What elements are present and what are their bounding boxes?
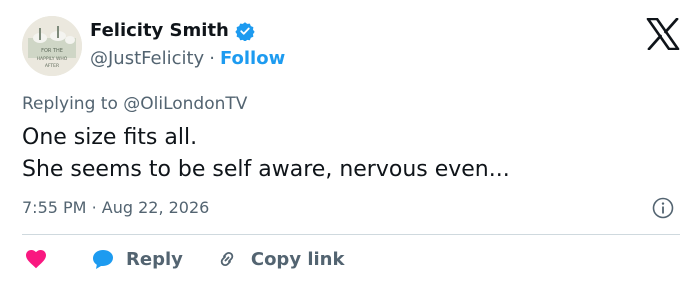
copy-link-label: Copy link bbox=[250, 248, 345, 270]
info-icon[interactable] bbox=[652, 197, 674, 219]
tweet-actions: Reply Copy link bbox=[22, 247, 344, 271]
timestamp-time: 7:55 PM bbox=[22, 198, 87, 217]
copy-link-button[interactable]: Copy link bbox=[215, 247, 345, 271]
tweet-text: One size fits all. She seems to be self … bbox=[22, 122, 510, 186]
reply-button[interactable]: Reply bbox=[90, 247, 183, 271]
timestamp-separator: · bbox=[91, 198, 97, 217]
like-button[interactable] bbox=[22, 247, 48, 271]
handle-separator: · bbox=[209, 48, 215, 69]
x-logo-icon[interactable] bbox=[646, 17, 680, 51]
link-icon bbox=[215, 247, 239, 271]
avatar-text-top: FOR THE bbox=[41, 48, 63, 54]
avatar-text-mid: HAPPILY WHO bbox=[37, 56, 68, 62]
follow-button[interactable]: Follow bbox=[220, 48, 285, 69]
author-name[interactable]: Felicity Smith bbox=[90, 20, 229, 41]
tweet-timestamp[interactable]: 7:55 PM · Aug 22, 2026 bbox=[22, 198, 209, 217]
avatar-text-bot: AFTER bbox=[45, 63, 59, 69]
reply-bubble-icon bbox=[90, 247, 116, 271]
divider bbox=[22, 234, 680, 235]
timestamp-date: Aug 22, 2026 bbox=[101, 198, 210, 217]
author-handle[interactable]: @JustFelicity bbox=[90, 48, 204, 69]
author-name-row: Felicity Smith bbox=[90, 20, 255, 42]
replying-to-label[interactable]: Replying to @OliLondonTV bbox=[22, 94, 247, 114]
tweet-line: She seems to be self aware, nervous even… bbox=[22, 157, 510, 182]
reply-label: Reply bbox=[126, 248, 183, 270]
heart-icon bbox=[24, 247, 48, 271]
verified-badge-icon bbox=[235, 21, 255, 42]
avatar[interactable]: FOR THE HAPPILY WHO AFTER bbox=[22, 16, 82, 76]
author-handle-row: @JustFelicity · Follow bbox=[90, 48, 285, 69]
tweet-line: One size fits all. bbox=[22, 125, 198, 150]
